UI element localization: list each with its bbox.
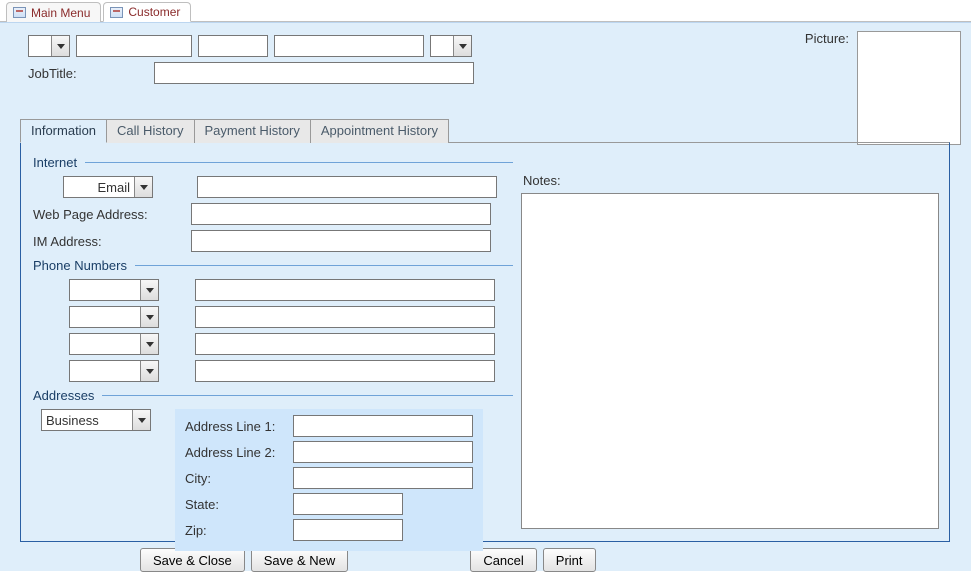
group-legend: Internet	[33, 155, 77, 170]
addr-city-input[interactable]	[293, 467, 473, 489]
phone-input[interactable]	[195, 360, 495, 382]
chevron-down-icon	[51, 36, 69, 56]
addr-zip-label: Zip:	[185, 523, 287, 538]
jobtitle-input[interactable]	[154, 62, 474, 84]
left-column: Internet Email W	[33, 155, 513, 551]
ribbon-tabstrip: Main Menu Customer	[0, 0, 971, 22]
first-name-input[interactable]	[76, 35, 192, 57]
phone-input[interactable]	[195, 306, 495, 328]
chevron-down-icon	[134, 177, 152, 197]
group-phones: Phone Numbers	[33, 258, 513, 382]
phone-input[interactable]	[195, 279, 495, 301]
addr-line1-input[interactable]	[293, 415, 473, 437]
tab-appointment-history[interactable]: Appointment History	[310, 119, 449, 143]
group-addresses: Addresses Business Address Line 1:	[33, 388, 513, 551]
detail-tabstrip: Information Call History Payment History…	[20, 118, 950, 142]
form-icon	[110, 7, 123, 18]
phone-type-select[interactable]	[69, 306, 159, 328]
divider	[102, 395, 513, 396]
chevron-down-icon	[453, 36, 471, 56]
chevron-down-icon	[140, 280, 158, 300]
last-name-input[interactable]	[274, 35, 424, 57]
group-legend: Phone Numbers	[33, 258, 127, 273]
address-panel: Address Line 1: Address Line 2: City:	[175, 409, 483, 551]
phone-type-select[interactable]	[69, 360, 159, 382]
web-label: Web Page Address:	[33, 207, 185, 222]
print-button[interactable]: Print	[543, 548, 596, 572]
addr-zip-input[interactable]	[293, 519, 403, 541]
phone-input[interactable]	[195, 333, 495, 355]
addr-line2-input[interactable]	[293, 441, 473, 463]
salutation-select[interactable]	[28, 35, 70, 57]
tab-call-history[interactable]: Call History	[106, 119, 194, 143]
notes-textarea[interactable]	[521, 193, 939, 529]
chevron-down-icon	[140, 307, 158, 327]
middle-name-input[interactable]	[198, 35, 268, 57]
addr-line2-label: Address Line 2:	[185, 445, 287, 460]
button-row: Save & Close Save & New Cancel Print	[20, 548, 957, 572]
save-close-button[interactable]: Save & Close	[140, 548, 245, 572]
address-type-select[interactable]: Business	[41, 409, 151, 431]
chevron-down-icon	[140, 361, 158, 381]
divider	[85, 162, 513, 163]
tab-information[interactable]: Information	[20, 119, 107, 143]
save-new-button[interactable]: Save & New	[251, 548, 349, 572]
chevron-down-icon	[140, 334, 158, 354]
picture-label: Picture:	[805, 31, 849, 46]
phone-type-select[interactable]	[69, 279, 159, 301]
phone-type-select[interactable]	[69, 333, 159, 355]
detail-tabs: Information Call History Payment History…	[20, 118, 950, 542]
form-area: JobTitle: Picture: Information Call Hist…	[0, 22, 971, 571]
tab-body: Notes: Internet Email	[20, 142, 950, 542]
email-input[interactable]	[197, 176, 497, 198]
ribbon-tab-label: Customer	[128, 5, 180, 19]
notes-label: Notes:	[523, 173, 561, 188]
divider	[135, 265, 513, 266]
suffix-select[interactable]	[430, 35, 472, 57]
ribbon-tab-customer[interactable]: Customer	[103, 2, 191, 22]
addr-line1-label: Address Line 1:	[185, 419, 287, 434]
chevron-down-icon	[132, 410, 150, 430]
addr-state-label: State:	[185, 497, 287, 512]
addr-city-label: City:	[185, 471, 287, 486]
im-input[interactable]	[191, 230, 491, 252]
addr-state-input[interactable]	[293, 493, 403, 515]
ribbon-tab-label: Main Menu	[31, 6, 90, 20]
jobtitle-row: JobTitle:	[28, 62, 957, 84]
form-icon	[13, 7, 26, 18]
group-legend: Addresses	[33, 388, 94, 403]
jobtitle-label: JobTitle:	[28, 66, 144, 81]
email-type-select[interactable]: Email	[63, 176, 153, 198]
group-internet: Internet Email W	[33, 155, 513, 252]
ribbon-tab-main-menu[interactable]: Main Menu	[6, 2, 101, 22]
im-label: IM Address:	[33, 234, 185, 249]
web-input[interactable]	[191, 203, 491, 225]
cancel-button[interactable]: Cancel	[470, 548, 536, 572]
tab-payment-history[interactable]: Payment History	[194, 119, 311, 143]
